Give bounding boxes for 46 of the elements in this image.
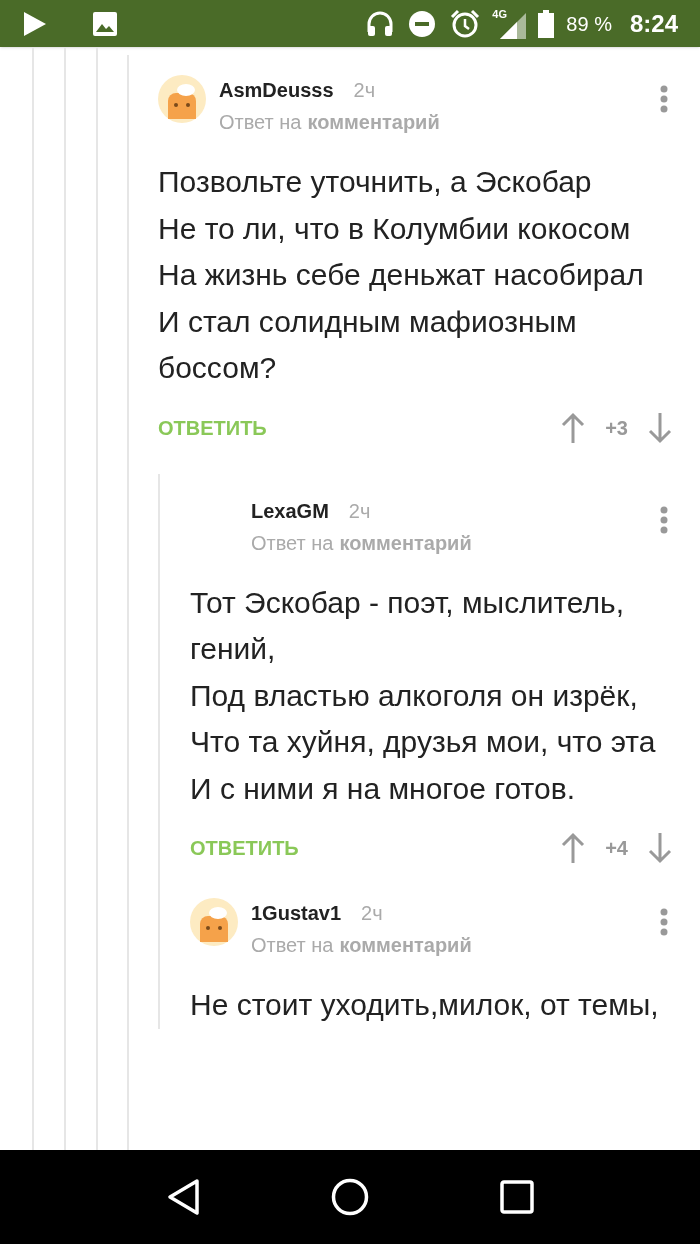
battery-percent: 89 % xyxy=(566,11,612,37)
reply-to-label: Ответ на xyxy=(251,933,334,958)
home-icon[interactable] xyxy=(331,1178,369,1216)
author-name[interactable]: 1Gustav1 xyxy=(251,898,342,928)
upvote-icon[interactable] xyxy=(561,832,586,864)
comment-rating: +3 xyxy=(605,415,628,441)
comment-time: 2ч xyxy=(353,78,376,103)
more-icon[interactable] xyxy=(660,505,668,534)
parent-comment-link[interactable]: комментарий xyxy=(339,527,472,558)
downvote-icon[interactable] xyxy=(648,832,672,864)
more-icon[interactable] xyxy=(660,908,668,936)
alarm-icon xyxy=(450,8,481,39)
battery-icon xyxy=(538,9,555,38)
overview-icon[interactable] xyxy=(500,1180,535,1214)
downvote-icon[interactable] xyxy=(648,411,672,444)
comment-time: 2ч xyxy=(348,498,371,524)
comment-rating: +4 xyxy=(605,836,628,861)
more-icon[interactable] xyxy=(660,85,668,113)
comment-text: Что та хуйня, друзья мои, что эта xyxy=(190,724,657,760)
image-icon xyxy=(92,10,118,37)
comment-text: Позвольте уточнить, а Эскобар xyxy=(158,164,593,200)
comment-text: Под властью алкоголя он изрёк, xyxy=(190,677,639,714)
play-icon xyxy=(22,10,48,37)
parent-comment-link[interactable]: комментарий xyxy=(307,107,440,137)
headphones-icon xyxy=(366,9,395,38)
network-type: 4G xyxy=(492,8,508,20)
back-icon[interactable] xyxy=(165,1178,200,1216)
avatar[interactable] xyxy=(158,75,206,123)
comment-text: Не стоит уходить,милок, от темы, xyxy=(190,987,660,1023)
author-name[interactable]: LexaGM xyxy=(251,495,329,526)
author-name[interactable]: AsmDeusss xyxy=(219,75,334,105)
comment-text: Не то ли, что в Колумбии кокосом xyxy=(158,210,632,247)
upvote-icon[interactable] xyxy=(561,411,586,444)
reply-button[interactable]: ОТВЕТИТЬ xyxy=(190,833,299,863)
comment-text: И с ними я на многое готов. xyxy=(190,770,576,807)
comment-text: Тот Эскобар - поэт, мыслитель, гений, xyxy=(190,584,625,667)
avatar[interactable] xyxy=(190,898,238,946)
do-not-disturb-icon xyxy=(408,9,437,38)
reply-button[interactable]: ОТВЕТИТЬ xyxy=(158,412,267,443)
reply-to-label: Ответ на xyxy=(251,530,334,556)
comment-text: И стал солидным мафиозным боссом? xyxy=(158,303,578,386)
clock: 8:24 xyxy=(629,8,678,39)
comment-text: На жизнь себе деньжат насобирал xyxy=(158,257,645,293)
comment-time: 2ч xyxy=(361,901,383,926)
reply-to-label: Ответ на xyxy=(219,110,302,135)
parent-comment-link[interactable]: комментарий xyxy=(339,930,472,960)
